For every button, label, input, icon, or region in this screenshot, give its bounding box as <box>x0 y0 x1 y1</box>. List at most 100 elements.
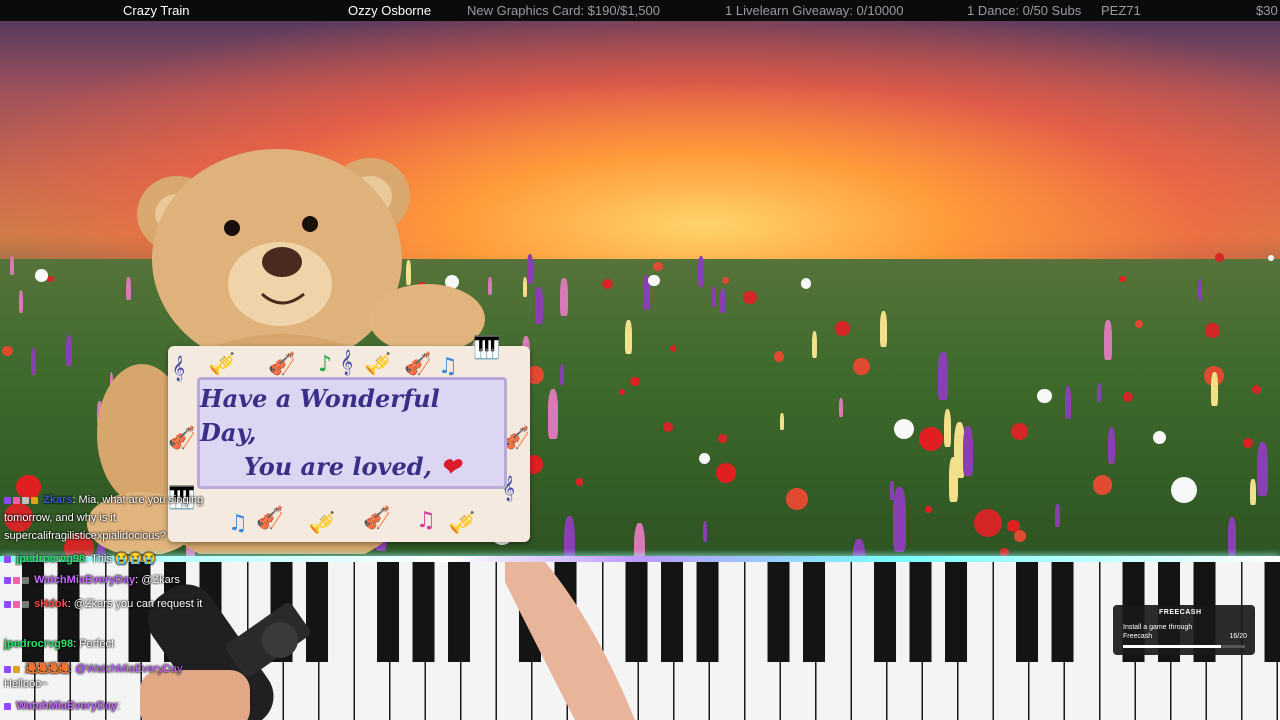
lupine-flower <box>30 348 37 376</box>
poppy-flower <box>800 278 811 289</box>
chat-username[interactable]: jpedrocrvg98 <box>16 553 85 565</box>
now-playing-song: Crazy Train <box>123 3 190 18</box>
lupine-flower <box>1228 516 1237 557</box>
poppy-flower <box>47 275 54 282</box>
poppy-flower <box>1037 389 1052 404</box>
lupine-flower <box>720 288 726 313</box>
freecash-count: 16/20 <box>1229 633 1247 640</box>
lupine-flower <box>943 409 952 447</box>
black-key <box>945 562 968 662</box>
chat-message: jpedrocrvg98: This 😭😭😭 <box>4 552 156 565</box>
lupine-flower <box>563 515 576 559</box>
lupine-flower <box>9 256 14 276</box>
lupine-flower <box>560 277 568 317</box>
trumpet-icon: 🎺 <box>208 352 236 377</box>
violin-icon: 🎻 <box>256 506 284 531</box>
goal-graphics-card: New Graphics Card: $190/$1,500 <box>467 3 660 18</box>
lupine-flower <box>1064 386 1072 419</box>
chat-username[interactable]: Zkars <box>43 494 72 506</box>
poppy-flower <box>1152 430 1167 445</box>
freecash-message: Install a game through Freecash <box>1123 624 1193 640</box>
lupine-flower <box>1257 441 1269 497</box>
poppy-flower <box>853 358 870 375</box>
lupine-flower <box>526 253 533 284</box>
lupine-flower <box>1055 503 1060 528</box>
goal-giveaway: 1 Livelearn Giveaway: 0/10000 <box>725 3 904 18</box>
bits-badge-icon <box>22 496 29 504</box>
poppy-flower <box>1171 477 1198 503</box>
grand-piano-icon: 🎹 <box>473 336 501 361</box>
chat-message-cont: supercalifragilisticexpialidocious? <box>4 530 167 542</box>
black-key <box>1051 562 1074 662</box>
lupine-flower <box>547 389 558 439</box>
chat-username[interactable]: sHdok <box>34 598 68 610</box>
black-key <box>767 562 790 662</box>
bits-badge-icon <box>22 576 29 584</box>
lupine-flower <box>1097 383 1101 402</box>
poppy-flower <box>835 320 850 336</box>
chat-text: : @Zkars you can request it <box>67 598 203 610</box>
poppy-flower <box>773 351 785 362</box>
poppy-flower <box>1014 530 1026 542</box>
poppy-flower <box>648 274 660 287</box>
flower-field-scene: 𝄞 🎺 🎻 ♪ 𝄞 🎺 🎻 ♫ 🎹 🎻 🎻 𝄞 🎹 ♫ 🎻 🎺 🎻 ♫ 🎺 Ha… <box>0 21 1280 559</box>
player-arm <box>505 562 635 720</box>
music-note-icon: ♫ <box>228 511 248 536</box>
chat-text: : @WatchMiaEveryDay <box>69 663 183 675</box>
poppy-flower <box>2 345 13 356</box>
freecash-progress-fill <box>1123 645 1221 648</box>
subscriber-badge-icon <box>4 600 11 608</box>
black-key <box>448 562 471 662</box>
chat-message: 邊邊邊邊: @WatchMiaEveryDay <box>4 660 183 676</box>
trumpet-icon: 🎺 <box>308 511 336 536</box>
poppy-flower <box>1122 392 1133 403</box>
card-line-2: You are loved, ❤ <box>244 450 461 484</box>
black-key <box>909 562 932 662</box>
lupine-flower <box>66 334 73 366</box>
card-message-box: Have a Wonderful Day, You are loved, ❤ <box>197 377 507 489</box>
chat-text: : <box>117 700 121 712</box>
poppy-flower <box>925 506 932 513</box>
lupine-flower <box>535 287 543 325</box>
heart-badge-icon <box>13 600 20 608</box>
violin-icon: 🎻 <box>363 506 391 531</box>
poppy-flower <box>662 421 673 432</box>
lupine-flower <box>938 352 948 400</box>
chat-message: WatchMiaEveryDay: @Zkars <box>4 574 180 586</box>
poppy-flower <box>575 478 584 486</box>
now-playing-artist: Ozzy Osborne <box>348 3 432 18</box>
lupine-flower <box>948 456 958 502</box>
lupine-flower <box>963 425 974 477</box>
goal-cut: $30 <box>1256 3 1278 18</box>
poppy-flower <box>34 269 48 282</box>
card-line-1: Have a Wonderful Day, <box>200 384 440 447</box>
chat-text: : Mia, what are you singing <box>72 494 204 506</box>
black-key <box>661 562 684 662</box>
poppy-flower <box>743 290 757 304</box>
poppy-flower <box>1092 475 1113 495</box>
poppy-flower <box>715 462 737 483</box>
poppy-flower <box>973 508 1003 537</box>
subscriber-badge-icon <box>4 555 11 563</box>
chat-message: sHdok: @Zkars you can request it <box>4 598 202 610</box>
chat-message: Zkars: Mia, what are you singing <box>4 494 203 506</box>
chat-username[interactable]: WatchMiaEveryDay <box>34 574 135 586</box>
black-key <box>377 562 400 662</box>
chat-text: : @Zkars <box>135 574 180 586</box>
heart-badge-icon <box>13 576 20 584</box>
goal-bar: Crazy Train Ozzy Osborne New Graphics Ca… <box>0 0 1280 21</box>
black-key <box>1016 562 1039 662</box>
music-note-icon: ♪ <box>318 352 333 377</box>
black-key <box>803 562 826 662</box>
freecash-notification[interactable]: FREECASH Install a game through Freecash… <box>1113 605 1255 655</box>
chat-message-cont: Hellooo~ <box>4 678 48 690</box>
lupine-flower <box>559 364 564 385</box>
lupine-flower <box>1211 372 1219 406</box>
chat-username[interactable]: 邊邊邊邊 <box>25 663 69 675</box>
poppy-flower <box>602 278 613 290</box>
chat-username[interactable]: WatchMiaEveryDay <box>16 700 117 712</box>
lupine-flower <box>633 522 645 559</box>
crown-badge-icon <box>31 496 38 504</box>
goal-code: PEZ71 <box>1101 3 1141 18</box>
chat-username[interactable]: jpedrocrvg98 <box>4 638 73 650</box>
